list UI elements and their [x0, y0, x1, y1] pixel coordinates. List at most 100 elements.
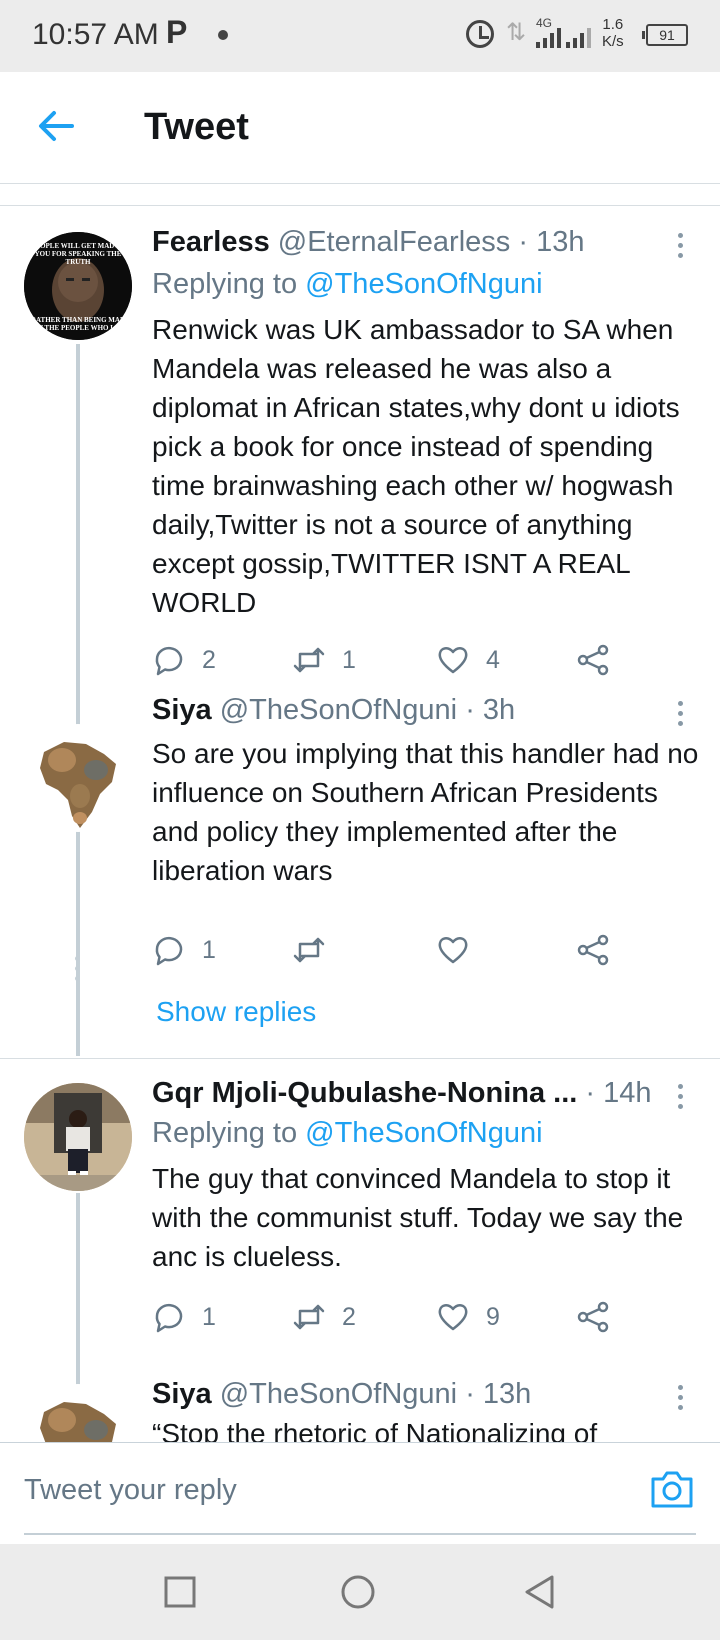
home-button[interactable] [340, 1574, 376, 1610]
camera-icon [651, 1471, 693, 1508]
battery-icon: 91 [642, 24, 688, 46]
retweet-count: 2 [342, 1302, 356, 1331]
tweet-text: So are you implying that this handler ha… [152, 738, 699, 886]
more-vertical-icon [672, 701, 688, 726]
tweet-actions: 2 1 4 [152, 640, 622, 680]
square-icon [164, 1576, 196, 1608]
status-bar: 10:57 AM P ⇅ 4G 1.6 K/s 91 [0, 0, 720, 72]
share-icon [577, 1301, 609, 1333]
share-icon [577, 644, 609, 676]
more-vertical-icon [672, 233, 688, 258]
replying-to-mention[interactable]: @TheSonOfNguni [305, 1117, 542, 1149]
notification-dot-icon [218, 30, 228, 40]
thread-line [76, 834, 80, 956]
tweet-text: The guy that convinced Mandela to stop i… [152, 1163, 684, 1272]
app-notification-icon: P [166, 14, 188, 50]
like-count: 9 [486, 1302, 500, 1331]
reply-button[interactable]: 1 [152, 930, 216, 970]
avatar-caption-top: PEOPLE WILL GET MAD AT YOU FOR SPEAKING … [31, 242, 125, 266]
author-name[interactable]: Siya [152, 694, 212, 726]
share-button[interactable] [576, 1297, 610, 1337]
tweet-item[interactable]: Siya @TheSonOfNguni · 13h “Stop the rhet… [0, 1372, 720, 1442]
replying-to-label: Replying to [152, 268, 298, 300]
avatar[interactable] [24, 1384, 132, 1442]
recents-button[interactable] [162, 1574, 198, 1610]
retweet-button[interactable]: 2 [292, 1297, 356, 1337]
author-handle[interactable]: @TheSonOfNguni [220, 1378, 457, 1410]
comment-icon [155, 1303, 183, 1333]
tweet-time: · 13h [465, 1378, 532, 1410]
arrow-left-icon [39, 111, 74, 141]
show-replies-link[interactable]: Show replies [156, 996, 316, 1028]
replying-to-mention[interactable]: @TheSonOfNguni [305, 268, 542, 300]
tweet-header: Fearless @EternalFearless · 13h [152, 226, 584, 259]
share-button[interactable] [576, 640, 610, 680]
data-transfer-icon: ⇅ [506, 19, 527, 46]
avatar-image [40, 742, 116, 828]
tweet-item[interactable]: Gqr Mjoli-Qubulashe-Nonina ... · 14h Rep… [0, 1059, 720, 1389]
tweet-header: Gqr Mjoli-Qubulashe-Nonina ... · 14h [152, 1077, 652, 1110]
tweet-time: · 3h [465, 694, 516, 726]
camera-button[interactable] [650, 1469, 694, 1509]
author-name[interactable]: Gqr Mjoli-Qubulashe-Nonina ... [152, 1077, 577, 1109]
share-button[interactable] [576, 930, 610, 970]
heart-icon [438, 1304, 468, 1331]
reply-count: 2 [202, 645, 216, 674]
retweet-icon [293, 1304, 325, 1330]
author-handle[interactable]: @TheSonOfNguni [220, 694, 457, 726]
replying-to: Replying to @TheSonOfNguni [152, 1117, 543, 1150]
more-options-button[interactable] [672, 230, 688, 264]
retweet-button[interactable]: 1 [292, 640, 356, 680]
retweet-count: 1 [342, 645, 356, 674]
reply-count: 1 [202, 1302, 216, 1331]
thread-continuation-icon [75, 956, 81, 986]
triangle-back-icon [525, 1575, 554, 1609]
system-nav-bar [0, 1544, 720, 1640]
like-button[interactable] [436, 930, 470, 970]
author-name[interactable]: Fearless [152, 226, 270, 258]
tweet-header: Siya @TheSonOfNguni · 13h [152, 1378, 531, 1411]
avatar[interactable] [24, 724, 132, 832]
avatar-image [40, 1402, 116, 1442]
alarm-icon [466, 20, 494, 48]
retweet-button[interactable] [292, 930, 326, 970]
reply-count: 1 [202, 935, 216, 964]
tweet-actions: 1 [152, 930, 622, 970]
replying-to-label: Replying to [152, 1117, 298, 1149]
tweet-header: Siya @TheSonOfNguni · 3h [152, 694, 515, 727]
tweet-reply-input[interactable] [24, 1465, 544, 1515]
reply-input-underline [24, 1533, 696, 1535]
signal-strength-icon [536, 26, 561, 48]
like-button[interactable]: 9 [436, 1297, 500, 1337]
tweet-actions: 1 2 9 [152, 1297, 622, 1337]
signal-strength-icon-2 [566, 26, 591, 48]
circle-icon [341, 1575, 375, 1609]
comment-icon [155, 936, 183, 966]
status-time: 10:57 AM [32, 18, 159, 51]
more-options-button[interactable] [672, 698, 688, 732]
heart-icon [438, 937, 468, 964]
system-back-button[interactable] [522, 1574, 558, 1610]
avatar-image [24, 1083, 132, 1191]
page-title: Tweet [144, 106, 249, 148]
like-button[interactable]: 4 [436, 640, 500, 680]
tweet-text: Renwick was UK ambassador to SA when Man… [152, 314, 680, 618]
retweet-icon [293, 937, 325, 963]
network-speed-unit: K/s [602, 33, 624, 50]
network-speed: 1.6 K/s [602, 16, 624, 50]
avatar[interactable]: PEOPLE WILL GET MAD AT YOU FOR SPEAKING … [24, 232, 132, 340]
author-name[interactable]: Siya [152, 1378, 212, 1410]
retweet-icon [293, 647, 325, 673]
app-header: Tweet [0, 72, 720, 184]
back-button[interactable] [36, 106, 76, 146]
more-options-button[interactable] [672, 1382, 688, 1416]
avatar[interactable] [24, 1083, 132, 1191]
reply-button[interactable]: 1 [152, 1297, 216, 1337]
tweet-time: · 14h [585, 1077, 652, 1109]
reply-button[interactable]: 2 [152, 640, 216, 680]
tweet-item[interactable]: Siya @TheSonOfNguni · 3h So are you impl… [0, 694, 720, 1060]
more-vertical-icon [672, 1084, 688, 1109]
author-handle[interactable]: @EternalFearless [278, 226, 511, 258]
more-options-button[interactable] [672, 1081, 688, 1115]
thread-line [76, 1193, 80, 1389]
